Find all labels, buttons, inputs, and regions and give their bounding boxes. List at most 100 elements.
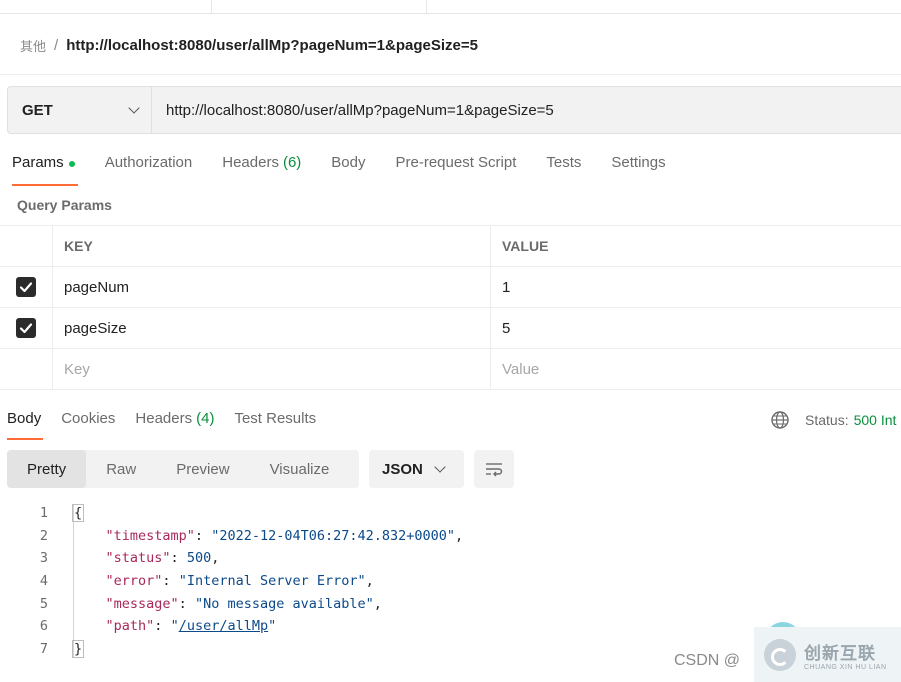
- tab-label: Tests: [546, 154, 582, 171]
- line-number: 5: [39, 595, 48, 612]
- tab-count: (6): [282, 154, 302, 171]
- param-value[interactable]: 5: [491, 308, 901, 348]
- csdn-watermark: CSDN @: [674, 652, 741, 669]
- tab-pre-request-script[interactable]: Pre-request Script: [396, 154, 517, 186]
- tab-separator: [211, 0, 212, 14]
- status-label: Status:: [805, 412, 849, 428]
- table-row: pageSize 5: [0, 308, 901, 349]
- tab-tests[interactable]: Tests: [546, 154, 581, 186]
- code-line: 4 "error": "Internal Server Error",: [0, 570, 463, 593]
- code-text: "path": "/user/allMp": [105, 618, 277, 635]
- line-number: 2: [39, 527, 48, 544]
- json-link-value[interactable]: /user/allMp: [179, 618, 268, 634]
- code-line: 5 "message": "No message available",: [0, 592, 463, 615]
- column-header-value: VALUE: [502, 238, 549, 254]
- tab-label: Test Results: [234, 410, 317, 427]
- open-brace: {: [72, 504, 85, 523]
- tab-label: Pre-request Script: [395, 154, 517, 171]
- code-line: 2 "timestamp": "2022-12-04T06:27:42.832+…: [0, 525, 463, 548]
- response-tab-headers[interactable]: Headers (4): [135, 410, 214, 440]
- param-key[interactable]: pageNum: [53, 267, 491, 307]
- tab-label: Params: [12, 154, 64, 171]
- url-input[interactable]: http://localhost:8080/user/allMp?pageNum…: [152, 87, 901, 133]
- json-comma: ,: [455, 527, 464, 544]
- json-key: "error": [105, 573, 163, 590]
- response-tab-test-results[interactable]: Test Results: [234, 410, 316, 440]
- method-label: GET: [22, 101, 53, 119]
- tab-params[interactable]: Params: [12, 154, 78, 186]
- param-value[interactable]: 1: [491, 267, 901, 307]
- code-text: "timestamp": "2022-12-04T06:27:42.832+00…: [105, 527, 464, 544]
- request-tabs: Params Authorization Headers (6) Body Pre…: [12, 154, 696, 186]
- json-key: "timestamp": [105, 527, 195, 544]
- watermark-logo: 创新互联 CHUANG XIN HU LIAN: [754, 627, 901, 682]
- method-select[interactable]: GET: [8, 87, 152, 133]
- new-key-input[interactable]: Key: [53, 349, 491, 389]
- tab-label: Body: [7, 410, 42, 427]
- chevron-down-icon: [434, 461, 446, 473]
- header-divider: [0, 74, 901, 75]
- code-line: 1 {: [0, 502, 463, 525]
- code-text: "status": 500,: [105, 550, 220, 567]
- check-icon: [19, 282, 33, 293]
- view-mode-group: Pretty Raw Preview Visualize: [7, 450, 359, 488]
- breadcrumb-separator: /: [54, 36, 59, 54]
- logo-cn-text: 创新互联: [804, 643, 876, 664]
- param-key[interactable]: pageSize: [53, 308, 491, 348]
- json-comma: ,: [365, 573, 374, 590]
- top-tab-strip: [0, 0, 901, 14]
- response-tab-cookies[interactable]: Cookies: [61, 410, 115, 440]
- wrap-lines-icon: [486, 463, 503, 477]
- param-checkbox[interactable]: [16, 277, 36, 297]
- close-brace: }: [72, 639, 85, 658]
- table-row-new: Key Value: [0, 349, 901, 390]
- query-params-label: Query Params: [17, 197, 112, 213]
- json-string-value: "2022-12-04T06:27:42.832+0000": [211, 527, 456, 544]
- request-title[interactable]: http://localhost:8080/user/allMp?pageNum…: [66, 37, 478, 54]
- json-string-value: "Internal Server Error": [178, 573, 366, 590]
- tab-headers[interactable]: Headers (6): [222, 154, 301, 186]
- response-status: Status: 500 Int: [770, 410, 896, 430]
- view-raw-button[interactable]: Raw: [86, 450, 156, 488]
- header-check-cell: [0, 226, 53, 266]
- format-select[interactable]: JSON: [369, 450, 464, 488]
- line-number: 7: [39, 640, 48, 657]
- tab-label: Headers: [222, 154, 279, 171]
- status-value[interactable]: 500 Int: [854, 412, 897, 428]
- code-line: 3 "status": 500,: [0, 547, 463, 570]
- view-pretty-button[interactable]: Pretty: [7, 450, 87, 488]
- logo-text: 创新互联 CHUANG XIN HU LIAN: [804, 639, 887, 671]
- view-preview-button[interactable]: Preview: [156, 450, 249, 488]
- json-quote: ": [170, 618, 179, 635]
- json-key: "path": [105, 618, 155, 635]
- response-tab-body[interactable]: Body: [7, 410, 44, 440]
- code-line: 7 }: [0, 638, 463, 661]
- param-checkbox[interactable]: [16, 318, 36, 338]
- url-bar: GET http://localhost:8080/user/allMp?pag…: [7, 86, 901, 134]
- tab-body[interactable]: Body: [331, 154, 365, 186]
- tab-label: Body: [331, 154, 366, 171]
- tab-count: (4): [196, 410, 215, 427]
- json-key: "status": [105, 550, 171, 567]
- chevron-down-icon: [128, 102, 140, 114]
- tab-authorization[interactable]: Authorization: [105, 154, 193, 186]
- json-comma: ,: [373, 595, 382, 612]
- code-text: "error": "Internal Server Error",: [105, 573, 374, 590]
- line-number: 6: [39, 618, 48, 635]
- json-quote: ": [268, 618, 277, 635]
- response-body-code[interactable]: 1 { 2 "timestamp": "2022-12-04T06:27:42.…: [0, 502, 463, 660]
- new-value-input[interactable]: Value: [491, 349, 901, 389]
- globe-icon[interactable]: [770, 410, 790, 430]
- wrap-lines-button[interactable]: [474, 450, 514, 488]
- params-active-dot-icon: [68, 161, 75, 167]
- tab-settings[interactable]: Settings: [611, 154, 665, 186]
- tab-label: Cookies: [61, 410, 116, 427]
- view-visualize-button[interactable]: Visualize: [250, 450, 350, 488]
- row-check-cell: [0, 349, 53, 389]
- logo-icon: [764, 638, 796, 671]
- breadcrumb-parent[interactable]: 其他: [20, 36, 46, 55]
- breadcrumb: 其他 / http://localhost:8080/user/allMp?pa…: [20, 34, 478, 56]
- check-icon: [19, 323, 33, 334]
- code-text: }: [72, 639, 85, 658]
- tab-label: Authorization: [104, 154, 193, 171]
